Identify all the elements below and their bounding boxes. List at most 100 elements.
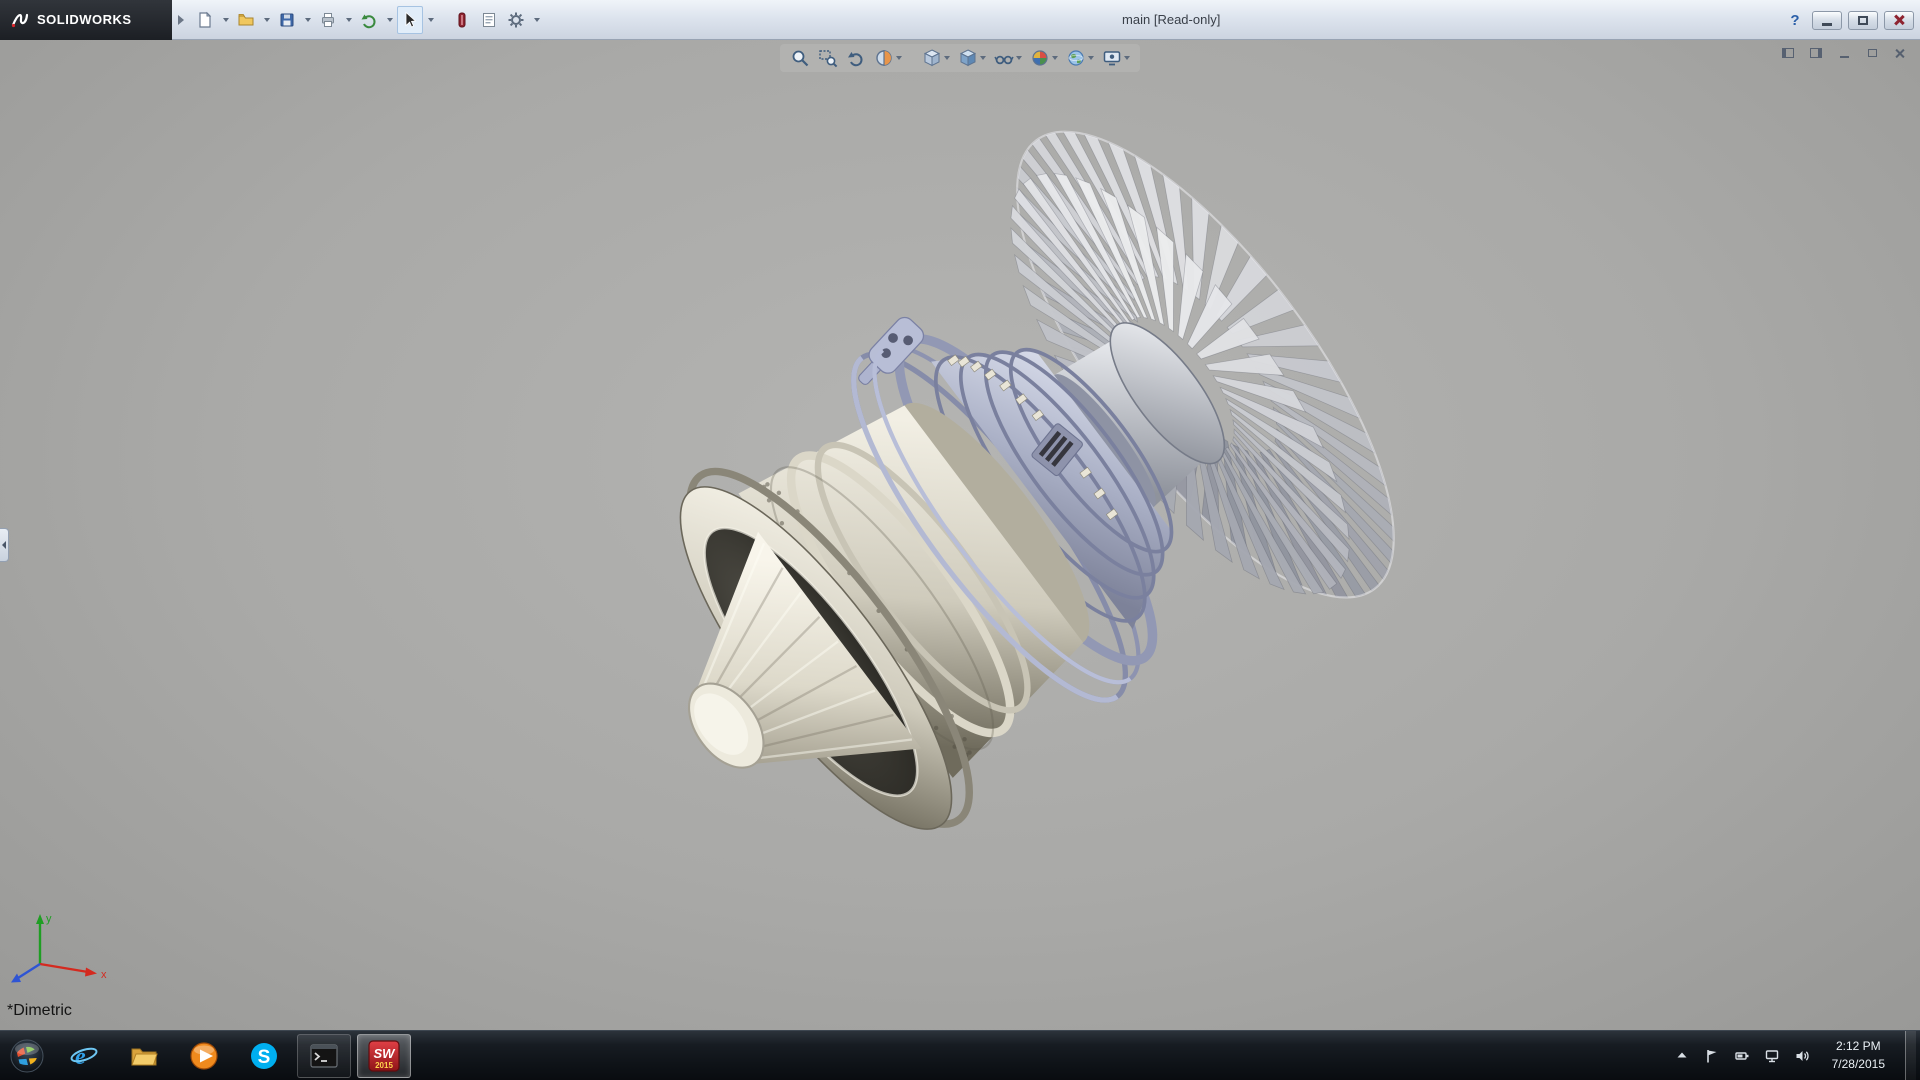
dassault-logo-icon [10,10,30,30]
svg-text:SW: SW [374,1046,397,1061]
zoom-to-fit-button[interactable] [788,46,812,70]
document-minimize-button[interactable] [1834,45,1854,61]
solidworks-app-icon: SW 2015 [367,1039,401,1073]
taskbar-skype[interactable]: S [237,1034,291,1078]
maximize-icon [1858,16,1868,25]
view-settings-button[interactable] [1100,46,1132,70]
internet-explorer-icon: e [68,1040,100,1072]
show-desktop-button[interactable] [1905,1031,1916,1080]
options-button[interactable] [503,6,529,34]
jet-engine-model[interactable] [534,78,1458,968]
minimize-icon [1822,23,1832,26]
network-status-button[interactable] [1762,1041,1782,1071]
edit-appearance-button[interactable] [1028,46,1060,70]
heads-up-view-toolbar [780,44,1140,72]
power-status-button[interactable] [1732,1041,1752,1071]
view-orientation-label: *Dimetric [7,1002,72,1020]
previous-view-button[interactable] [844,46,868,70]
print-icon [319,11,337,29]
taskbar-windows-explorer[interactable] [117,1034,171,1078]
doc-close-icon [1895,48,1906,59]
hide-show-items-button[interactable] [992,46,1024,70]
media-player-icon [188,1040,220,1072]
display-style-icon [958,48,978,68]
save-dropdown[interactable] [301,6,314,34]
section-view-caret [896,56,902,60]
system-tray: 2:12 PM 7/28/2015 [1672,1031,1920,1080]
save-icon [278,11,296,29]
glasses-icon [994,48,1014,68]
view-settings-caret [1124,56,1130,60]
3d-viewport[interactable]: y x *Dimetric [0,40,1920,1030]
view-cube-icon [922,48,942,68]
options-dropdown[interactable] [530,6,543,34]
taskbar-media-player[interactable] [177,1034,231,1078]
view-orientation-button[interactable] [920,46,952,70]
expand-panel-icon [2,541,6,549]
feature-manager-collapsed-tab[interactable] [0,528,9,562]
taskbar-clock[interactable]: 2:12 PM 7/28/2015 [1822,1038,1895,1073]
start-button[interactable] [0,1031,54,1080]
document-restore-button[interactable] [1862,45,1882,61]
zoom-to-area-icon [818,48,838,68]
edit-appearance-caret [1052,56,1058,60]
clock-date: 7/28/2015 [1832,1056,1885,1073]
titlebar-toolbar [192,6,543,34]
save-button[interactable] [274,6,300,34]
open-dropdown[interactable] [260,6,273,34]
taskbar-solidworks[interactable]: SW 2015 [357,1034,411,1078]
document-window-controls [1778,45,1910,61]
feature-manager-pane-button[interactable] [1778,45,1798,61]
svg-text:e: e [75,1044,86,1070]
print-dropdown[interactable] [342,6,355,34]
apply-scene-caret [1088,56,1094,60]
undo-icon [360,11,378,29]
undo-button[interactable] [356,6,382,34]
display-pane-button[interactable] [1806,45,1826,61]
maximize-button[interactable] [1848,11,1878,30]
new-document-dropdown[interactable] [219,6,232,34]
open-folder-icon [237,11,255,29]
print-button[interactable] [315,6,341,34]
undo-dropdown[interactable] [383,6,396,34]
select-button[interactable] [397,6,423,34]
apply-scene-button[interactable] [1064,46,1096,70]
volume-button[interactable] [1792,1041,1812,1071]
window-title: main [Read-only] [1122,12,1220,27]
solidworks-logo: SOLIDWORKS [0,0,172,40]
new-document-button[interactable] [192,6,218,34]
hidden-icons-button[interactable] [1672,1041,1692,1071]
scene-globe-icon [1066,48,1086,68]
clock-time: 2:12 PM [1832,1038,1885,1055]
rebuild-button[interactable] [449,6,475,34]
brand-name: SOLIDWORKS [37,12,132,27]
file-properties-button[interactable] [476,6,502,34]
reference-triad[interactable]: y x [6,892,116,992]
select-dropdown[interactable] [424,6,437,34]
menu-expander-icon[interactable] [178,15,184,25]
rebuild-icon [453,11,471,29]
taskbar-command-prompt[interactable] [297,1034,351,1078]
open-button[interactable] [233,6,259,34]
folder-icon [128,1040,160,1072]
doc-restore-icon [1868,49,1877,57]
display-style-button[interactable] [956,46,988,70]
taskbar: e S [0,1030,1920,1080]
section-view-button[interactable] [872,46,904,70]
appearance-ball-icon [1030,48,1050,68]
help-button[interactable]: ? [1784,12,1806,29]
battery-icon [1734,1048,1750,1064]
flag-icon [1704,1048,1720,1064]
taskbar-internet-explorer[interactable]: e [57,1034,111,1078]
document-close-button[interactable] [1890,45,1910,61]
chevron-up-icon [1674,1048,1690,1064]
command-prompt-icon [308,1040,340,1072]
close-button[interactable] [1884,11,1914,30]
section-view-icon [874,48,894,68]
graphics-area[interactable] [0,40,1920,1030]
minimize-button[interactable] [1812,11,1842,30]
zoom-to-area-button[interactable] [816,46,840,70]
display-style-caret [980,56,986,60]
svg-text:2015: 2015 [375,1061,393,1070]
action-center-button[interactable] [1702,1041,1722,1071]
